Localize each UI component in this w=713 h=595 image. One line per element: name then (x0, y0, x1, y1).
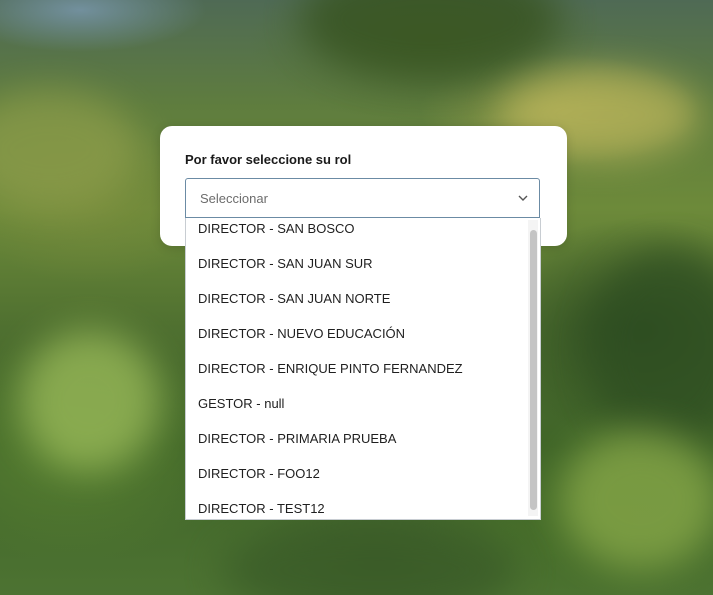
role-option[interactable]: DIRECTOR - NUEVO EDUCACIÓN (198, 326, 405, 341)
role-options-list[interactable]: DIRECTOR - SAN BOSCO DIRECTOR - SAN JUAN… (185, 218, 541, 520)
role-option[interactable]: DIRECTOR - SAN BOSCO (198, 221, 355, 236)
role-select-placeholder: Seleccionar (200, 191, 268, 206)
role-option[interactable]: DIRECTOR - PRIMARIA PRUEBA (198, 431, 396, 446)
role-option[interactable]: DIRECTOR - TEST12 (198, 501, 325, 516)
role-option[interactable]: DIRECTOR - SAN JUAN SUR (198, 256, 373, 271)
dropdown-scrollbar-thumb[interactable] (530, 230, 537, 510)
role-select-label: Por favor seleccione su rol (185, 152, 352, 167)
role-option[interactable]: GESTOR - null (198, 396, 284, 411)
role-select[interactable]: Seleccionar (185, 178, 540, 218)
role-option[interactable]: DIRECTOR - ENRIQUE PINTO FERNANDEZ (198, 361, 463, 376)
chevron-down-icon (518, 195, 528, 201)
role-option[interactable]: DIRECTOR - FOO12 (198, 466, 320, 481)
dropdown-scrollbar[interactable] (528, 220, 538, 516)
role-option[interactable]: DIRECTOR - SAN JUAN NORTE (198, 291, 390, 306)
